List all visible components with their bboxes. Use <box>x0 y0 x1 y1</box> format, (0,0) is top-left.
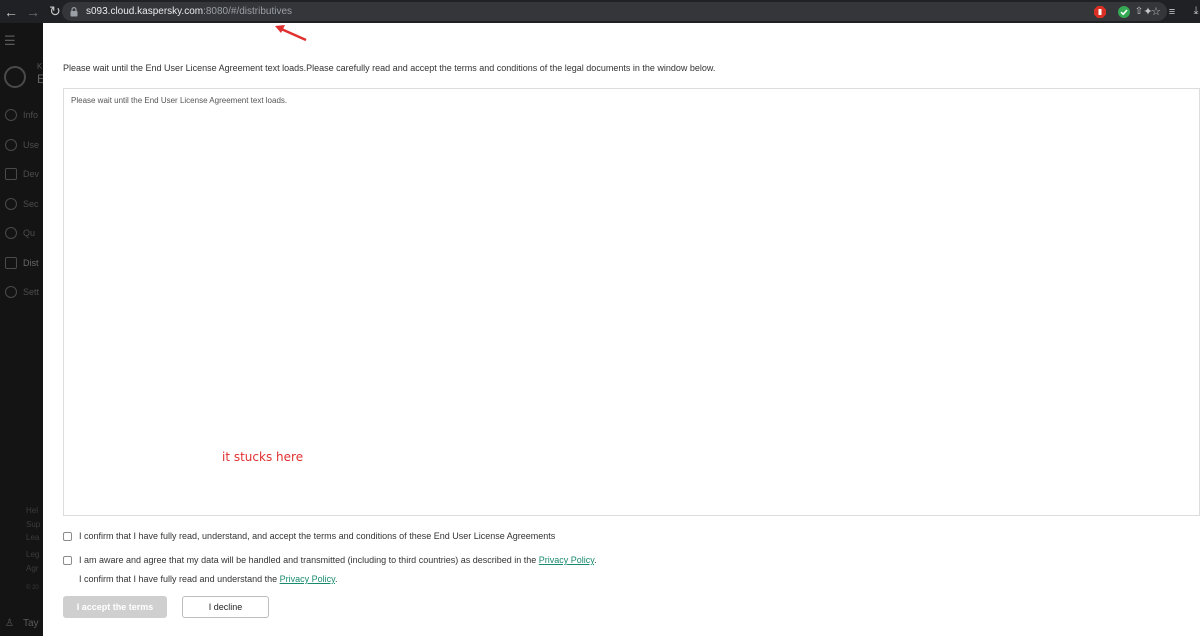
sidebar-item-label: Sec <box>23 199 39 209</box>
privacy-confirm-text: I confirm that I have fully read and und… <box>79 574 338 584</box>
puzzle-extensions-icon[interactable]: ✦ <box>1141 5 1155 19</box>
app-sidebar: ☰ K E Info Use Dev Sec Qu Dist Sett Hel … <box>0 23 43 636</box>
distributives-icon <box>5 257 17 269</box>
eula-intro-text: Please wait until the End User License A… <box>63 63 716 73</box>
footer-learn-link[interactable]: Lea <box>26 533 39 542</box>
sidebar-item-security[interactable]: Sec <box>5 198 39 210</box>
info-icon <box>5 109 17 121</box>
url-text: s093.cloud.kaspersky.com:8080/#/distribu… <box>86 6 292 17</box>
browser-toolbar: ← → ↻ s093.cloud.kaspersky.com:8080/#/di… <box>0 0 1200 23</box>
settings-icon <box>5 286 17 298</box>
data-agree-text: I am aware and agree that my data will b… <box>79 555 539 565</box>
hamburger-menu-icon[interactable]: ☰ <box>4 33 16 49</box>
privacy-confirm-prefix: I confirm that I have fully read and und… <box>79 574 280 584</box>
footer-help-link[interactable]: Hel <box>26 506 38 515</box>
confirm-eula-row[interactable]: I confirm that I have fully read, unders… <box>63 531 555 541</box>
eula-loading-text: Please wait until the End User License A… <box>71 96 288 105</box>
footer-legal-link[interactable]: Leg <box>26 550 39 559</box>
kaspersky-logo-icon <box>4 66 26 88</box>
decline-button[interactable]: I decline <box>182 596 269 618</box>
confirm-eula-label: I confirm that I have fully read, unders… <box>79 531 556 541</box>
sidebar-item-distributives[interactable]: Dist <box>5 257 39 269</box>
privacy-policy-link-2[interactable]: Privacy Policy <box>280 574 335 584</box>
sidebar-item-label: Dev <box>23 169 40 179</box>
reading-list-icon[interactable]: ≡ <box>1165 5 1179 19</box>
data-agree-label: I am aware and agree that my data will b… <box>79 555 597 565</box>
footer-agreements-link[interactable]: Agr <box>26 564 38 573</box>
extensions-area: ✦ ≡ ⤓ <box>1093 0 1200 23</box>
privacy-confirm-suffix: . <box>334 574 338 584</box>
sidebar-item-settings[interactable]: Sett <box>5 286 39 298</box>
data-agree-suffix: . <box>594 555 597 565</box>
sidebar-item-label: Info <box>23 110 39 120</box>
security-icon <box>5 198 17 210</box>
sidebar-item-label: Sett <box>23 287 40 297</box>
devices-icon <box>5 168 17 180</box>
forward-icon[interactable]: → <box>22 0 44 23</box>
user-name: Tay <box>22 618 39 629</box>
sidebar-item-label: Use <box>23 140 40 150</box>
url-path: :8080/#/distributives <box>203 6 293 17</box>
sidebar-item-users[interactable]: Use <box>5 139 39 151</box>
footer-support-link[interactable]: Sup <box>26 520 40 529</box>
quarantine-icon <box>5 227 17 239</box>
footer-copyright: © 20 <box>26 585 39 591</box>
user-icon <box>5 139 17 151</box>
annotation-note: it stucks here <box>222 450 304 464</box>
eula-dialog: Please wait until the End User License A… <box>43 23 1200 636</box>
lock-icon <box>70 6 84 17</box>
user-icon: ♙ <box>5 618 14 629</box>
download-icon[interactable]: ⤓ <box>1189 5 1200 19</box>
data-agree-row[interactable]: I am aware and agree that my data will b… <box>63 555 597 565</box>
sidebar-item-label: Dist <box>23 258 39 268</box>
privacy-policy-link[interactable]: Privacy Policy <box>539 555 594 565</box>
user-account[interactable]: ♙ Tay <box>5 618 39 629</box>
logo-line1: K <box>37 62 43 71</box>
sidebar-item-label: Qu <box>23 228 36 238</box>
confirm-eula-checkbox[interactable] <box>63 531 72 541</box>
check-extension-icon[interactable] <box>1117 5 1131 19</box>
data-agree-checkbox[interactable] <box>63 555 72 565</box>
annotation-arrow-icon <box>275 25 307 42</box>
address-bar[interactable]: s093.cloud.kaspersky.com:8080/#/distribu… <box>62 2 1167 21</box>
accept-terms-button[interactable]: I accept the terms <box>63 596 167 618</box>
url-host: s093.cloud.kaspersky.com <box>86 6 204 17</box>
eula-text-window[interactable]: Please wait until the End User License A… <box>63 88 1200 516</box>
sidebar-item-info[interactable]: Info <box>5 109 38 121</box>
sidebar-item-quarantine[interactable]: Qu <box>5 227 35 239</box>
back-icon[interactable]: ← <box>0 0 22 23</box>
sidebar-item-devices[interactable]: Dev <box>5 168 39 180</box>
adblock-extension-icon[interactable] <box>1093 5 1107 19</box>
